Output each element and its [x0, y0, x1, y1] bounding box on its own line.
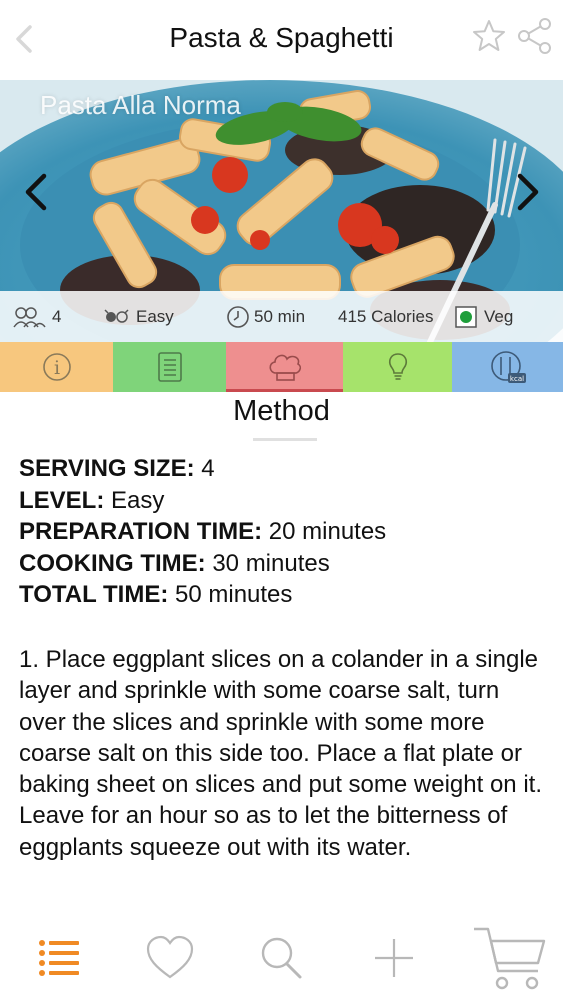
nav-favorites-button[interactable] — [140, 929, 200, 989]
nav-cart-button[interactable] — [470, 923, 550, 995]
share-icon — [518, 18, 551, 54]
cook-time-row: COOKING TIME: 30 minutes — [19, 548, 386, 580]
recipe-name-caption: Pasta Alla Norma — [40, 90, 241, 120]
favorite-button[interactable] — [471, 18, 507, 54]
difficulty-icon — [104, 308, 129, 323]
kcal-icon: kcal — [490, 351, 526, 383]
svg-text:kcal: kcal — [509, 375, 523, 383]
info-icon: i — [42, 353, 71, 381]
calories-info: 415 Calories — [338, 291, 433, 342]
chevron-left-icon — [25, 173, 47, 211]
tab-info[interactable]: i — [0, 342, 113, 392]
bottom-navigation — [0, 915, 563, 1000]
list-icon — [157, 352, 182, 382]
servings-value: 4 — [52, 306, 62, 326]
total-time-label: TOTAL TIME: — [19, 581, 169, 608]
serving-size-label: SERVING SIZE: — [19, 455, 195, 482]
prep-time-row: PREPARATION TIME: 20 minutes — [19, 516, 386, 548]
serving-size-value: 4 — [201, 455, 215, 482]
total-time-row: TOTAL TIME: 50 minutes — [19, 579, 386, 611]
tab-ingredients[interactable] — [113, 342, 226, 392]
cook-time-value: 30 minutes — [212, 549, 330, 577]
time-value: 50 min — [254, 306, 306, 326]
tab-nutrition[interactable]: kcal — [452, 342, 563, 392]
veg-icon — [455, 305, 477, 328]
tab-method[interactable] — [226, 342, 343, 392]
list-icon — [39, 940, 79, 976]
level-label: LEVEL: — [19, 486, 105, 514]
total-time-value: 50 minutes — [175, 581, 293, 608]
tab-tips[interactable] — [343, 342, 452, 392]
nav-menu-button[interactable] — [30, 929, 90, 989]
clock-icon — [227, 305, 249, 328]
section-divider — [253, 438, 317, 441]
search-icon — [261, 937, 302, 979]
recipe-meta: SERVING SIZE: 4 LEVEL: Easy PREPARATION … — [19, 453, 386, 611]
svg-text:i: i — [53, 357, 59, 379]
nav-search-button[interactable] — [252, 929, 312, 989]
chevron-right-icon — [517, 173, 539, 211]
time-info: 50 min — [226, 291, 305, 342]
recipe-tabs: i kcal — [0, 342, 563, 392]
diet-value: Veg — [484, 306, 514, 326]
chef-hat-icon — [268, 354, 301, 381]
heart-icon — [146, 935, 194, 979]
calories-value: 415 Calories — [338, 306, 434, 326]
cart-icon — [474, 927, 546, 990]
method-step: 1. Place eggplant slices on a colander i… — [19, 646, 542, 861]
difficulty-value: Easy — [136, 306, 174, 326]
lightbulb-icon — [388, 353, 407, 380]
difficulty-info: Easy — [104, 291, 174, 342]
cook-time-label: COOKING TIME: — [19, 549, 206, 577]
app-header: Pasta & Spaghetti — [0, 0, 563, 80]
people-icon — [13, 306, 46, 328]
share-button[interactable] — [515, 16, 555, 56]
serving-size-row: SERVING SIZE: 4 — [19, 453, 386, 485]
section-title: Method — [233, 395, 330, 427]
level-row: LEVEL: Easy — [19, 485, 386, 517]
prep-time-value: 20 minutes — [268, 518, 387, 545]
servings-info: 4 — [12, 291, 61, 342]
recipe-info-bar: 4 Easy 50 min 415 Calories Veg — [0, 291, 563, 342]
previous-recipe-button[interactable] — [18, 168, 54, 216]
nav-add-button[interactable] — [364, 929, 424, 989]
next-recipe-button[interactable] — [510, 168, 546, 216]
level-value: Easy — [111, 486, 165, 514]
plus-icon — [375, 939, 413, 977]
prep-time-label: PREPARATION TIME: — [19, 518, 263, 545]
star-icon — [473, 20, 505, 51]
diet-info: Veg — [454, 291, 513, 342]
